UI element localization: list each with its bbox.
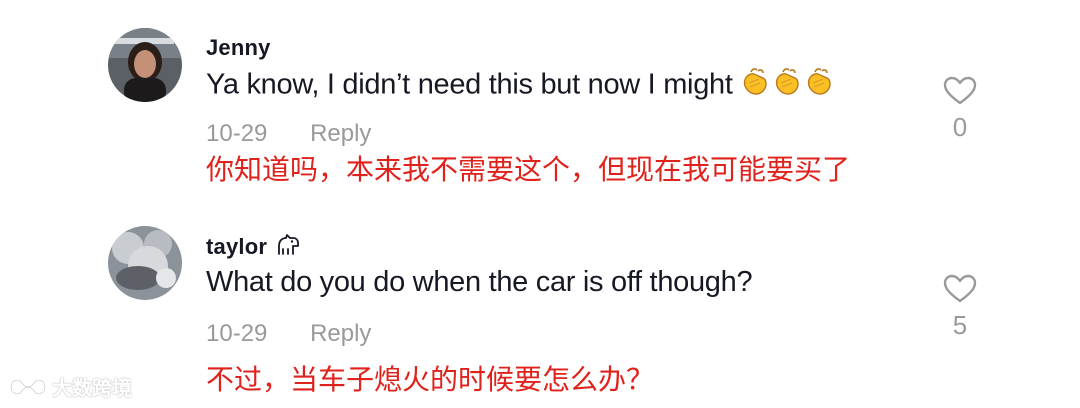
like-button[interactable]: 0 [940, 76, 980, 143]
username[interactable]: taylor [206, 232, 303, 264]
username[interactable]: Jenny [206, 35, 271, 61]
clapping-hands-emoji [771, 66, 803, 106]
translation-text: 不过，当车子熄火的时候要怎么办？ [206, 363, 655, 396]
clapping-hands-emoji [803, 66, 835, 106]
comment-date: 10-29 [206, 120, 268, 147]
watermark-logo-icon [8, 376, 48, 404]
heart-icon [943, 76, 977, 105]
like-button[interactable]: 5 [940, 274, 980, 341]
clapping-hands-emoji [739, 66, 771, 106]
watermark: 大数跨境 [8, 372, 132, 404]
avatar[interactable] [108, 226, 182, 300]
comment-text: What do you do when the car is off thoug… [206, 266, 753, 298]
comment-date: 10-29 [206, 320, 268, 347]
dog-icon [273, 232, 303, 264]
comment-text: Ya know, I didn’t need this but now I mi… [206, 66, 835, 106]
reply-button[interactable]: Reply [310, 320, 371, 348]
comment-item: taylor What do you do when the car is of… [0, 200, 1080, 408]
reply-button[interactable]: Reply [310, 120, 371, 148]
emoji-row [739, 66, 835, 106]
like-count: 5 [952, 310, 968, 340]
like-count: 0 [952, 112, 968, 142]
translation-text: 你知道吗，本来我不需要这个，但现在我可能要买了 [206, 153, 851, 186]
heart-icon [943, 274, 977, 303]
watermark-text: 大数跨境 [52, 378, 132, 400]
comment-meta: 10-29 Reply [206, 320, 371, 348]
comment-item: Jenny Ya know, I didn’t need this but no… [0, 0, 1080, 200]
comment-meta: 10-29 Reply [206, 120, 371, 148]
avatar[interactable] [108, 28, 182, 102]
